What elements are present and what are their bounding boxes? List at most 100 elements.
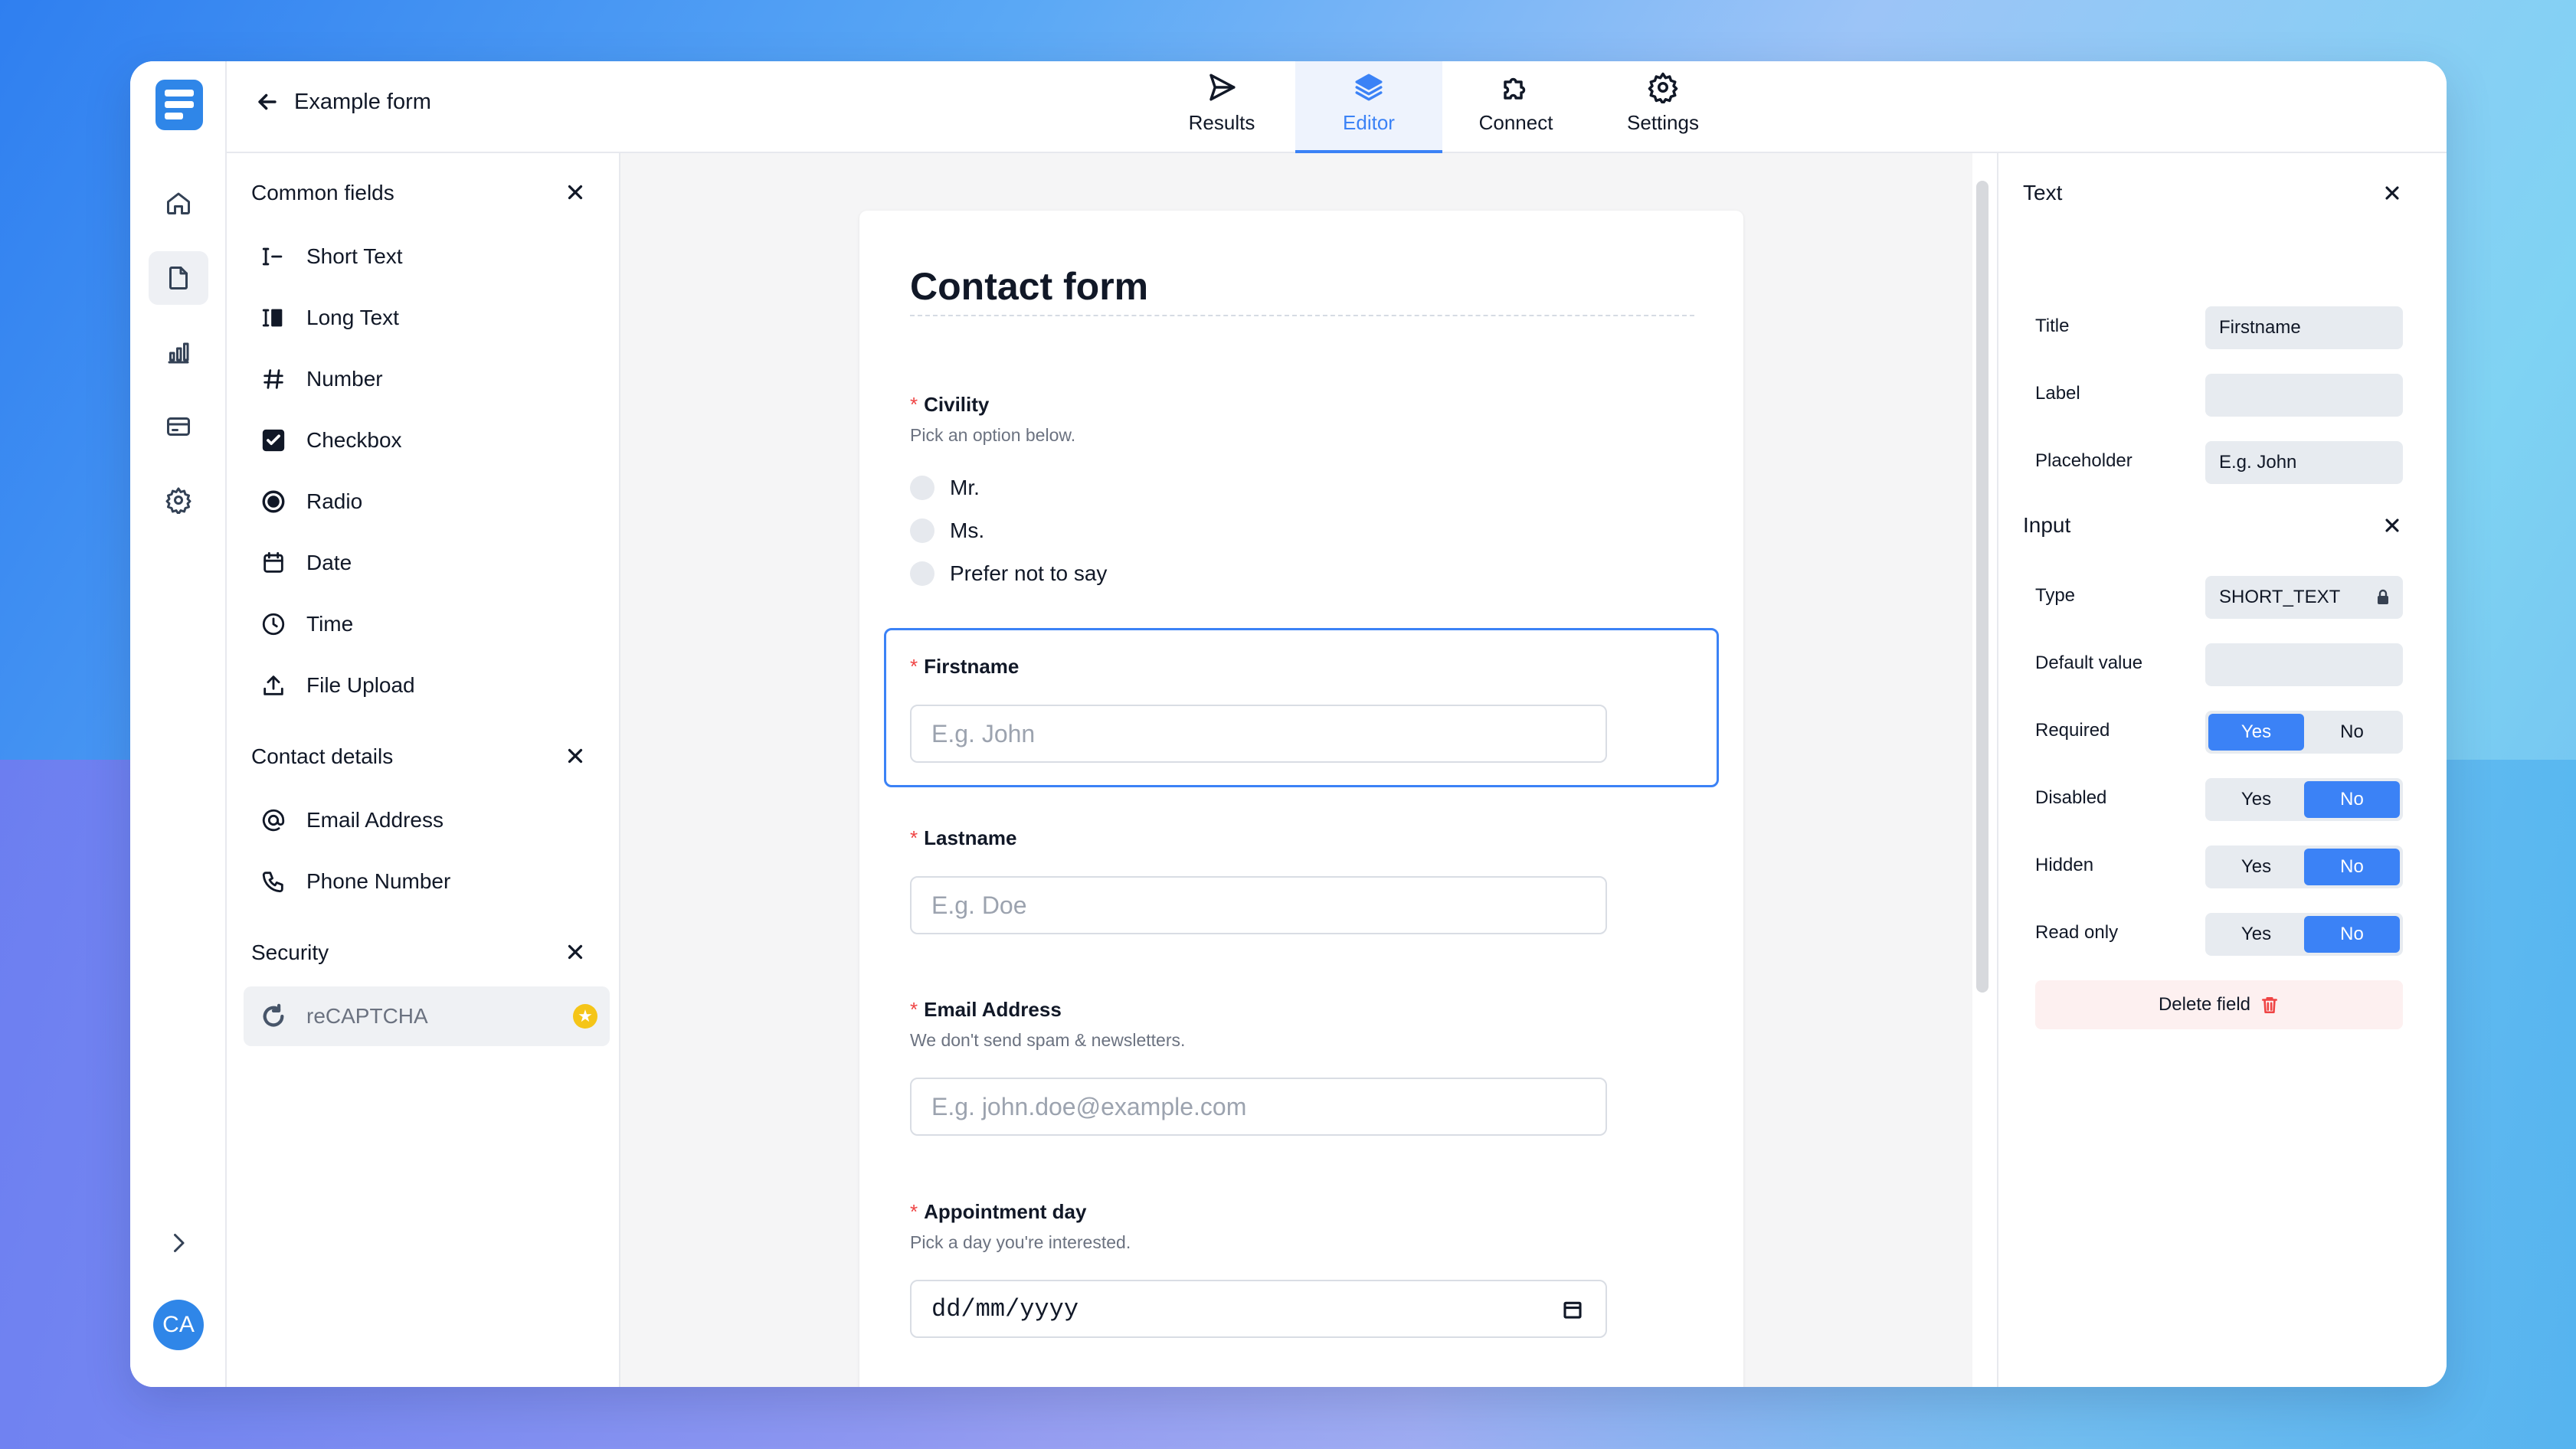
radio-option-prefer-not[interactable]: Prefer not to say <box>910 561 1107 586</box>
home-icon[interactable] <box>149 176 208 230</box>
calendar-icon <box>263 551 283 573</box>
close-icon[interactable] <box>564 744 587 767</box>
firstname-input[interactable]: E.g. John <box>910 705 1607 763</box>
chart-icon[interactable] <box>149 326 208 380</box>
document-icon[interactable] <box>149 251 208 305</box>
lastname-input[interactable]: E.g. Doe <box>910 876 1607 934</box>
civility-label[interactable]: * Civility <box>910 393 989 417</box>
radio-option-mr[interactable]: Mr. <box>910 476 980 500</box>
card-icon[interactable] <box>149 400 208 453</box>
required-no[interactable]: No <box>2304 714 2400 751</box>
radio-button[interactable] <box>910 518 934 543</box>
gear-icon <box>1648 72 1678 103</box>
calendar-icon[interactable] <box>1561 1298 1584 1321</box>
send-icon <box>1209 74 1236 101</box>
form-title[interactable]: Contact form <box>910 264 1148 309</box>
radio-option-ms[interactable]: Ms. <box>910 518 984 543</box>
field-file-upload[interactable]: File Upload <box>244 656 610 715</box>
label-input[interactable] <box>2205 374 2403 417</box>
field-phone-number[interactable]: Phone Number <box>244 852 610 911</box>
hidden-toggle[interactable]: Yes No <box>2205 846 2403 888</box>
section-security: Security <box>251 940 329 964</box>
canvas-scrollbar[interactable] <box>1976 181 1988 993</box>
close-icon[interactable] <box>564 940 587 963</box>
chevron-right-icon[interactable] <box>149 1216 208 1270</box>
delete-field-button[interactable]: Delete field <box>2035 980 2403 1029</box>
type-value: SHORT_TEXT <box>2219 587 2341 607</box>
firstname-label[interactable]: * Firstname <box>910 655 1019 679</box>
hash-icon <box>263 369 283 389</box>
tab-label: Results <box>1188 111 1255 134</box>
field-label: Number <box>306 367 383 391</box>
close-icon[interactable] <box>564 181 587 204</box>
placeholder-label: Placeholder <box>2035 450 2132 471</box>
hidden-yes[interactable]: Yes <box>2208 849 2304 885</box>
field-recaptcha[interactable]: reCAPTCHA ★ <box>244 986 610 1046</box>
radio-button[interactable] <box>910 561 934 586</box>
readonly-toggle[interactable]: Yes No <box>2205 913 2403 956</box>
email-input[interactable]: E.g. john.doe@example.com <box>910 1078 1607 1136</box>
star-icon: ★ <box>573 1004 597 1029</box>
required-toggle[interactable]: Yes No <box>2205 711 2403 754</box>
disabled-toggle[interactable]: Yes No <box>2205 778 2403 821</box>
fields-panel: Common fields Short Text Long Text Numbe… <box>227 153 620 1387</box>
date-value: dd/mm/yyyy <box>931 1294 1079 1323</box>
long-text-icon <box>262 309 283 327</box>
tab-label: Connect <box>1478 111 1553 134</box>
avatar[interactable]: CA <box>153 1300 204 1350</box>
input-section-title: Input <box>2023 513 2071 537</box>
lastname-label[interactable]: * Lastname <box>910 826 1017 850</box>
label-label: Label <box>2035 383 2080 404</box>
field-number[interactable]: Number <box>244 349 610 409</box>
gear-icon[interactable] <box>149 473 208 527</box>
appointment-date-input[interactable]: dd/mm/yyyy <box>910 1280 1607 1338</box>
appointment-help: Pick a day you're interested. <box>910 1232 1131 1252</box>
disabled-yes[interactable]: Yes <box>2208 781 2304 818</box>
appointment-label[interactable]: * Appointment day <box>910 1200 1086 1224</box>
field-short-text[interactable]: Short Text <box>244 227 610 286</box>
tab-results[interactable]: Results <box>1148 61 1295 152</box>
readonly-yes[interactable]: Yes <box>2208 916 2304 953</box>
field-time[interactable]: Time <box>244 594 610 654</box>
upload-icon <box>263 675 283 695</box>
readonly-label: Read only <box>2035 922 2119 943</box>
disabled-no[interactable]: No <box>2304 781 2400 818</box>
hidden-no[interactable]: No <box>2304 849 2400 885</box>
radio-button[interactable] <box>910 476 934 500</box>
close-icon[interactable] <box>2381 182 2403 204</box>
app-window: CA Example form Results Editor Connect S… <box>130 61 2447 1387</box>
type-input: SHORT_TEXT <box>2205 576 2403 619</box>
recaptcha-icon <box>263 1003 284 1027</box>
field-label: File Upload <box>306 673 415 697</box>
field-radio[interactable]: Radio <box>244 472 610 532</box>
radio-icon <box>262 490 285 513</box>
tab-bar: Results Editor Connect Settings <box>1148 61 1736 153</box>
field-label: Date <box>306 551 352 574</box>
clock-icon <box>262 613 285 636</box>
default-value-input[interactable] <box>2205 643 2403 686</box>
required-yes[interactable]: Yes <box>2208 714 2304 751</box>
field-label: Checkbox <box>306 428 402 452</box>
back-button[interactable]: Example form <box>254 89 431 115</box>
email-label[interactable]: * Email Address <box>910 998 1062 1022</box>
tab-settings[interactable]: Settings <box>1589 61 1736 152</box>
placeholder-input[interactable]: E.g. John <box>2205 441 2403 484</box>
properties-panel: Text Title Firstname Label Placeholder E… <box>1997 153 2447 1387</box>
tab-label: Settings <box>1627 111 1699 134</box>
arrow-left-icon <box>258 93 277 110</box>
tab-connect[interactable]: Connect <box>1442 61 1589 152</box>
field-email-address[interactable]: Email Address <box>244 790 610 850</box>
readonly-no[interactable]: No <box>2304 916 2400 953</box>
phone-icon <box>262 872 283 893</box>
app-logo-icon[interactable] <box>155 80 203 130</box>
disabled-label: Disabled <box>2035 787 2107 808</box>
hidden-label: Hidden <box>2035 855 2094 875</box>
field-long-text[interactable]: Long Text <box>244 288 610 348</box>
required-label: Required <box>2035 720 2110 741</box>
title-input[interactable]: Firstname <box>2205 306 2403 349</box>
field-checkbox[interactable]: Checkbox <box>244 410 610 470</box>
tab-editor[interactable]: Editor <box>1295 61 1442 153</box>
puzzle-icon <box>1504 77 1526 100</box>
close-icon[interactable] <box>2381 515 2403 536</box>
field-date[interactable]: Date <box>244 533 610 593</box>
